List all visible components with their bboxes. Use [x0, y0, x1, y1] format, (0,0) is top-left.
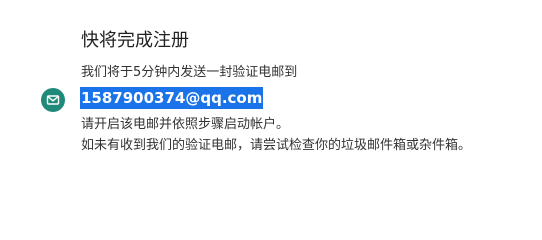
registration-notice-card: 快将完成注册 我们将于5分钟内发送一封验证电邮到 1587900374@qq.c… — [0, 0, 542, 203]
send-notice-text: 我们将于5分钟内发送一封验证电邮到 — [81, 65, 298, 80]
envelope-icon — [41, 88, 65, 112]
spam-check-text: 如未有收到我们的验证电邮，请尝试检查你的垃圾邮件箱或杂件箱。 — [81, 138, 472, 153]
page-title: 快将完成注册 — [81, 30, 189, 51]
email-address[interactable]: 1587900374@qq.com — [80, 87, 264, 109]
activation-instruction-text: 请开启该电邮并依照步骤启动帐户。 — [81, 117, 290, 132]
